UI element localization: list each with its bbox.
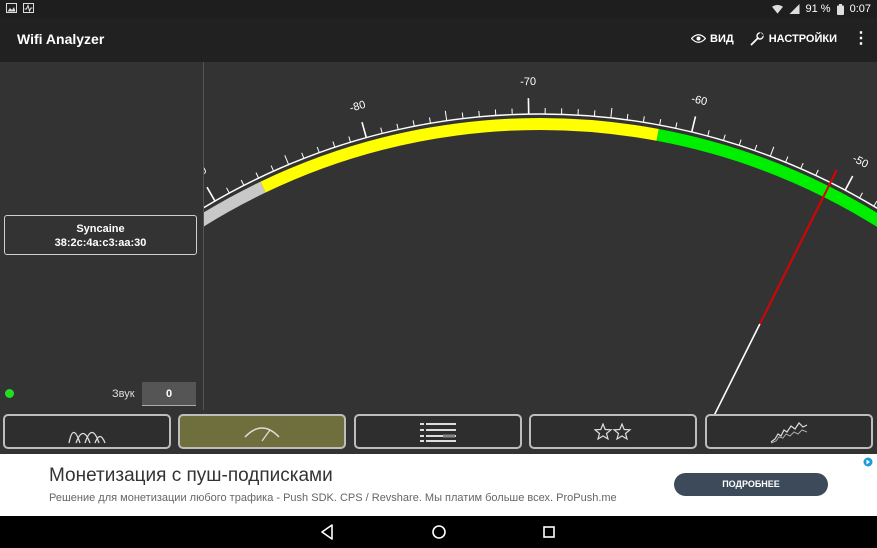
gauge-tick <box>429 117 431 124</box>
gauge-tick <box>206 186 216 202</box>
gauge-tick <box>255 172 260 179</box>
gauge-tick <box>659 119 662 126</box>
gauge-tick <box>610 107 613 118</box>
channel-graph-icon <box>68 431 106 443</box>
access-point-card[interactable]: Syncaine 38:2c:4a:c3:aa:30 <box>4 215 197 255</box>
tab-channel-graph[interactable] <box>3 414 171 449</box>
battery-percent: 91 % <box>805 3 831 15</box>
view-button-label: ВИД <box>710 32 734 45</box>
sound-value-field[interactable]: 0 <box>142 382 196 406</box>
gauge-tick <box>412 120 415 127</box>
gauge-needle-tip <box>759 169 838 325</box>
gauge-tick <box>707 130 710 137</box>
gauge-tick <box>348 136 351 143</box>
gauge-tick <box>361 121 368 138</box>
list-icon <box>420 422 456 442</box>
overflow-menu-icon[interactable]: ⋮ <box>853 30 869 46</box>
gauge-tick <box>332 141 336 148</box>
gauge-tick-label: -70 <box>520 76 536 88</box>
eye-icon <box>691 34 707 43</box>
gauge-tick-label: -80 <box>348 99 367 115</box>
app-bar-actions: ВИД НАСТРОЙКИ ⋮ <box>691 30 869 46</box>
gauge-tick <box>690 116 697 133</box>
gauge-tick <box>240 179 245 186</box>
app-title: Wifi Analyzer <box>17 31 105 47</box>
gauge-tick <box>284 155 290 165</box>
stars-icon <box>594 422 632 440</box>
status-bar: 91 % 0:07 <box>0 0 877 18</box>
gauge-tick-label: -60 <box>690 93 708 108</box>
ad-title[interactable]: Монетизация с пуш-подписками <box>49 465 333 487</box>
home-icon[interactable] <box>430 523 448 541</box>
gauge-tick <box>873 200 877 207</box>
app-bar: Wifi Analyzer ВИД НАСТРОЙКИ ⋮ <box>0 18 877 62</box>
tab-time-graph[interactable] <box>705 414 873 449</box>
gauge-tick <box>396 123 399 130</box>
ad-choices-icon[interactable] <box>863 457 873 467</box>
gauge-tick <box>675 122 678 129</box>
gauge-tick <box>478 110 480 117</box>
gallery-notification-icon <box>6 3 17 13</box>
view-button[interactable]: ВИД <box>691 33 734 45</box>
gauge-tick <box>785 156 789 163</box>
gauge-tick <box>301 152 305 159</box>
gauge-tick <box>444 110 448 121</box>
tab-ap-list[interactable] <box>354 414 522 449</box>
signal-indicator-led <box>5 389 14 398</box>
left-panel: Syncaine 38:2c:4a:c3:aa:30 <box>0 62 204 410</box>
signal-meter-icon <box>244 426 280 441</box>
gauge-tick <box>859 192 863 199</box>
gauge-tick <box>754 144 758 151</box>
system-nav-bar <box>0 516 877 548</box>
gauge-zone-1 <box>260 118 659 193</box>
gauge-scale-arc <box>204 113 877 210</box>
gauge-zones <box>204 118 877 228</box>
battery-icon <box>836 3 844 15</box>
gauge-tick <box>769 146 775 157</box>
gauge-tick <box>593 110 596 117</box>
settings-button-label: НАСТРОЙКИ <box>768 32 837 45</box>
gauge-tick <box>316 146 320 153</box>
back-icon[interactable] <box>318 523 336 541</box>
gauge-needle-base <box>713 323 761 414</box>
signal-status-icon <box>789 4 799 14</box>
gauge-tick-label: -50 <box>850 153 870 171</box>
ad-banner[interactable]: Монетизация с пуш-подписками Решение для… <box>0 454 877 516</box>
wrench-icon <box>750 32 764 46</box>
gauge-tick <box>815 169 819 176</box>
gauge-tick <box>800 162 804 169</box>
gauge-zone-0 <box>204 181 266 227</box>
settings-button[interactable]: НАСТРОЙКИ <box>750 31 837 46</box>
tab-channel-rating[interactable] <box>529 414 697 449</box>
ad-more-button[interactable]: ПОДРОБНЕЕ <box>674 473 828 496</box>
gauge-tick-label: -90 <box>204 164 209 182</box>
gauge-tick <box>626 113 629 120</box>
tab-signal-meter[interactable] <box>178 414 346 449</box>
gauge-tick <box>642 116 645 123</box>
bottom-tab-bar <box>0 414 877 451</box>
gauge-tick <box>461 112 464 119</box>
time-graph-icon <box>770 421 808 443</box>
wifi-status-icon <box>771 4 783 14</box>
gauge-tick <box>380 127 383 134</box>
gauge-tick <box>226 187 230 194</box>
gauge-tick <box>723 134 726 141</box>
status-time: 0:07 <box>849 3 871 15</box>
gauge-tick-labels: -100-90-80-70-60-50-40 <box>204 76 870 183</box>
sound-label: Звук <box>112 388 135 400</box>
gauge-zone-2 <box>656 129 877 228</box>
ad-subtitle: Решение для монетизации любого трафика -… <box>49 492 617 504</box>
gauge-tick <box>270 165 275 172</box>
activity-notification-icon <box>23 3 34 13</box>
signal-gauge: -100-90-80-70-60-50-40 dBm <box>204 76 877 414</box>
gauge-tick <box>844 175 854 191</box>
gauge-tick <box>738 139 742 146</box>
ap-bssid: 38:2c:4a:c3:aa:30 <box>54 237 147 249</box>
recents-icon[interactable] <box>540 523 558 541</box>
ap-ssid: Syncaine <box>76 223 125 235</box>
